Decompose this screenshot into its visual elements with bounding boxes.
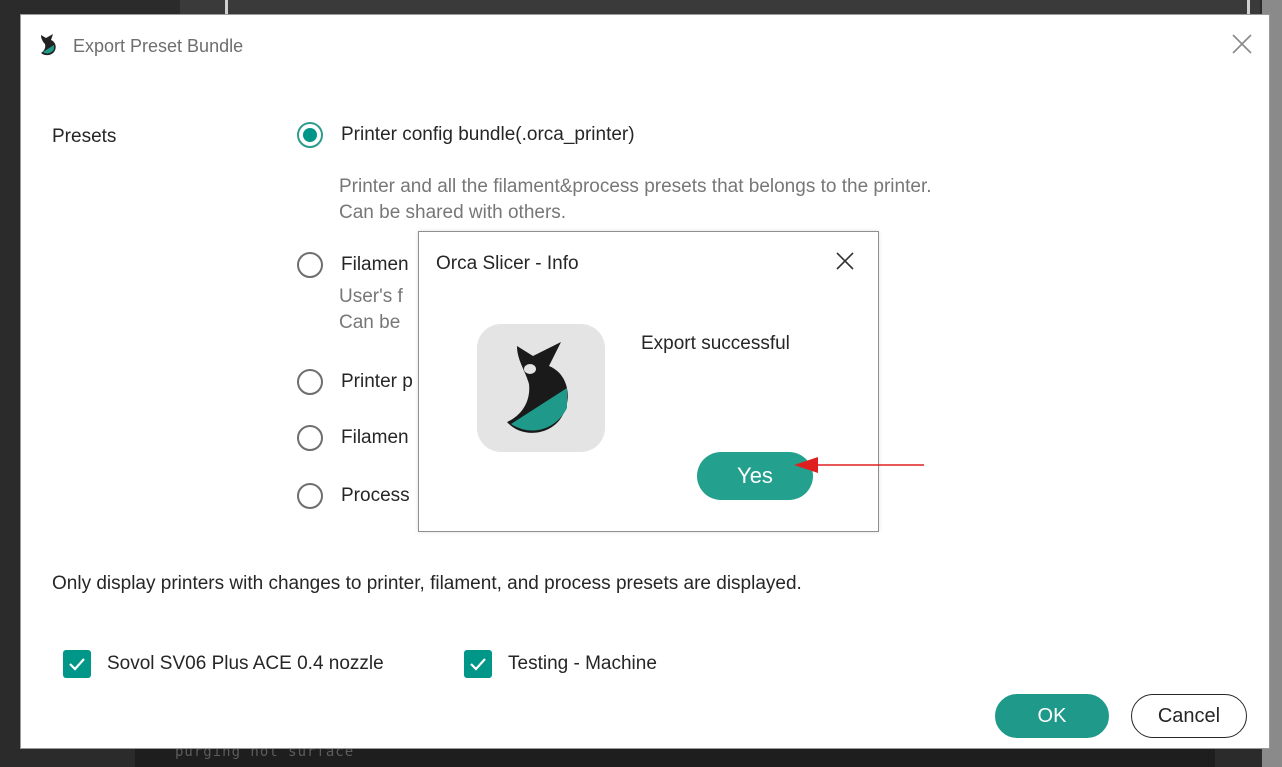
option-description: Can be — [339, 312, 401, 333]
orca-logo-graphic — [507, 342, 568, 433]
info-dialog-title: Orca Slicer - Info — [436, 253, 579, 274]
option-label: Process — [341, 485, 410, 506]
option-description: Can be shared with others. — [339, 202, 567, 223]
checkmark-icon — [470, 658, 486, 671]
background-window-top — [180, 0, 1260, 14]
option-description: User's f — [339, 286, 403, 307]
option-description: Printer and all the filament&process pre… — [339, 176, 932, 197]
close-icon[interactable] — [834, 250, 856, 272]
info-dialog: Orca Slicer - Info Export successful Yes — [418, 231, 879, 532]
dialog-title: Export Preset Bundle — [73, 36, 244, 56]
printer-filter-note: Only display printers with changes to pr… — [52, 573, 802, 594]
checkbox-checked[interactable] — [464, 650, 492, 678]
printer-checkbox-label: Testing - Machine — [508, 653, 657, 674]
cancel-button[interactable]: Cancel — [1131, 694, 1247, 738]
option-label: Printer config bundle(.orca_printer) — [341, 124, 635, 145]
ok-button[interactable]: OK — [995, 694, 1109, 738]
printer-checkbox-label: Sovol SV06 Plus ACE 0.4 nozzle — [107, 653, 384, 674]
radio-button[interactable] — [297, 369, 323, 395]
radio-button[interactable] — [297, 252, 323, 278]
info-message: Export successful — [641, 333, 790, 354]
red-arrow-annotation — [794, 457, 924, 473]
option-label: Filamen — [341, 427, 409, 448]
orca-slicer-logo-icon — [477, 324, 605, 452]
radio-button-selected[interactable] — [297, 122, 323, 148]
option-label: Printer p — [341, 371, 413, 392]
dialog-titlebar[interactable]: Export Preset Bundle — [21, 15, 1269, 77]
orca-slicer-logo-icon — [41, 34, 56, 56]
close-icon[interactable] — [1229, 31, 1255, 57]
option-label: Filamen — [341, 254, 409, 275]
radio-button[interactable] — [297, 425, 323, 451]
checkmark-icon — [69, 658, 85, 671]
checkbox-checked[interactable] — [63, 650, 91, 678]
radio-button[interactable] — [297, 483, 323, 509]
presets-label: Presets — [52, 126, 117, 147]
